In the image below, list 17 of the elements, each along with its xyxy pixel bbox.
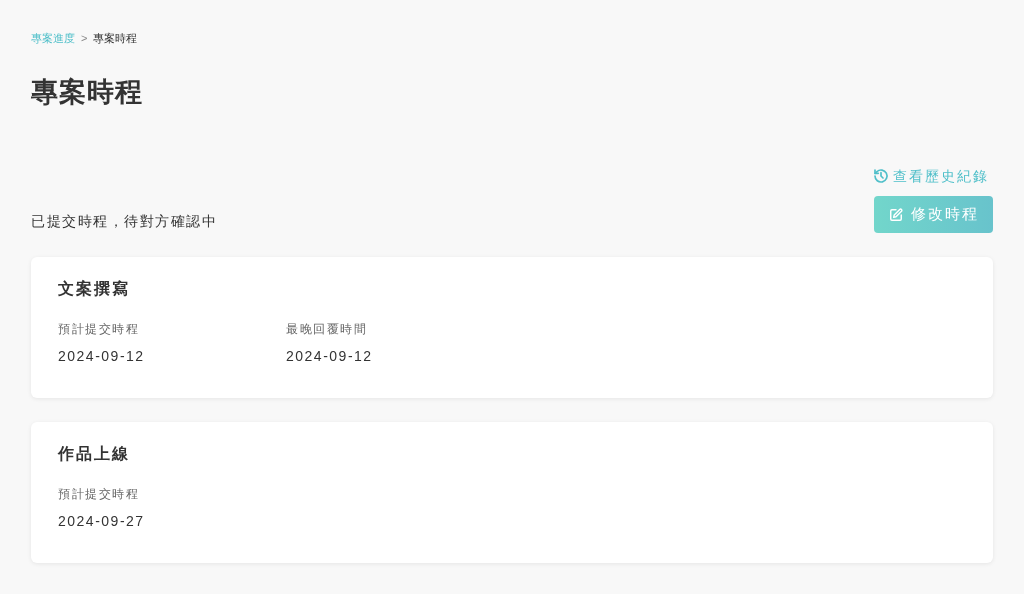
card-title: 文案撰寫: [58, 279, 131, 299]
page-title: 專案時程: [31, 76, 144, 109]
field-label: 預計提交時程: [58, 486, 140, 503]
breadcrumb-separator: >: [81, 30, 88, 46]
field-value: 2024-09-12: [58, 347, 146, 366]
field-label: 最晚回覆時間: [286, 321, 368, 338]
breadcrumb-current: 專案時程: [93, 30, 138, 46]
field-value: 2024-09-27: [58, 512, 146, 531]
field-value: 2024-09-12: [286, 347, 374, 366]
field-label: 預計提交時程: [58, 321, 140, 338]
edit-icon: [888, 207, 903, 222]
history-icon: [873, 168, 889, 184]
edit-schedule-button[interactable]: 修改時程: [874, 196, 993, 233]
status-text: 已提交時程，待對方確認中: [31, 212, 217, 231]
breadcrumb-link[interactable]: 專案進度: [31, 29, 75, 47]
card-title: 作品上線: [58, 444, 131, 464]
history-link[interactable]: 查看歷史紀錄: [873, 166, 989, 186]
